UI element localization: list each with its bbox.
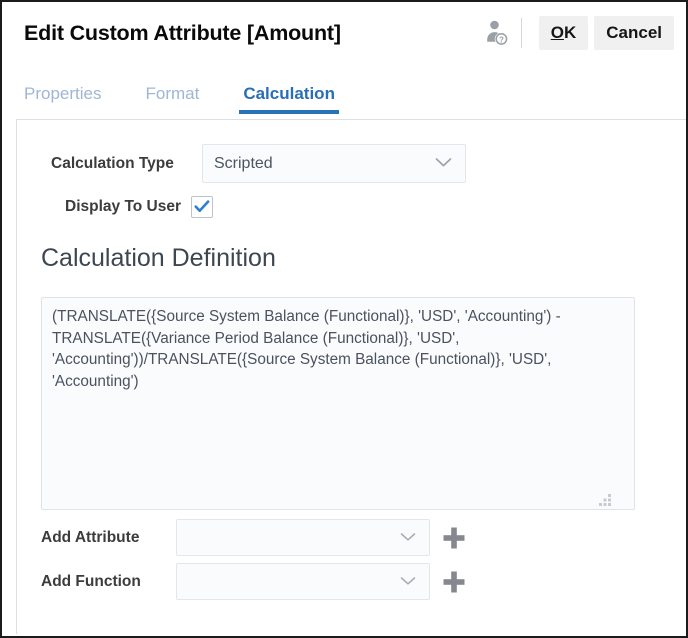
- chevron-down-icon: [400, 573, 416, 591]
- calculation-type-row: Calculation Type Scripted: [51, 144, 466, 183]
- display-to-user-row: Display To User: [65, 196, 213, 218]
- plus-icon: [442, 526, 466, 550]
- tab-properties[interactable]: Properties: [24, 84, 101, 114]
- add-attribute-value: [177, 520, 188, 537]
- add-attribute-plus-button[interactable]: [441, 525, 467, 551]
- tab-bar: Properties Format Calculation: [2, 64, 686, 114]
- tab-calculation[interactable]: Calculation: [243, 84, 335, 114]
- titlebar-actions: ? OK Cancel: [482, 16, 674, 50]
- page-title: Edit Custom Attribute [Amount]: [24, 21, 341, 46]
- ok-button[interactable]: OK: [539, 16, 589, 50]
- calculation-type-label: Calculation Type: [51, 155, 202, 173]
- calculation-tab-panel: Calculation Type Scripted Display To Use…: [16, 119, 686, 634]
- add-function-value: [177, 564, 188, 581]
- chevron-down-icon: [435, 155, 452, 173]
- calculation-type-select[interactable]: Scripted: [202, 144, 466, 183]
- add-attribute-select[interactable]: [176, 519, 430, 556]
- add-function-plus-button[interactable]: [441, 569, 467, 595]
- check-icon: [194, 200, 210, 214]
- titlebar-divider: [521, 18, 522, 48]
- calculation-type-value: Scripted: [203, 155, 273, 173]
- edit-custom-attribute-dialog: Edit Custom Attribute [Amount] ? OK Canc…: [0, 0, 688, 638]
- ok-accesskey-letter: O: [551, 23, 564, 42]
- plus-icon: [442, 570, 466, 594]
- add-attribute-row: Add Attribute: [41, 519, 467, 556]
- add-attribute-label: Add Attribute: [41, 529, 176, 547]
- add-function-label: Add Function: [41, 573, 176, 591]
- svg-text:?: ?: [499, 35, 504, 44]
- display-to-user-label: Display To User: [65, 198, 181, 216]
- calculation-definition-textarea[interactable]: [41, 297, 635, 510]
- tab-format[interactable]: Format: [145, 84, 199, 114]
- ok-label-rest: K: [564, 23, 576, 42]
- chevron-down-icon: [400, 529, 416, 547]
- add-function-select[interactable]: [176, 563, 430, 600]
- calculation-definition-heading: Calculation Definition: [41, 244, 276, 273]
- display-to-user-checkbox[interactable]: [191, 196, 213, 218]
- add-function-row: Add Function: [41, 563, 467, 600]
- dialog-titlebar: Edit Custom Attribute [Amount] ? OK Canc…: [2, 2, 686, 64]
- user-help-icon[interactable]: ?: [482, 17, 512, 49]
- cancel-button[interactable]: Cancel: [594, 16, 674, 50]
